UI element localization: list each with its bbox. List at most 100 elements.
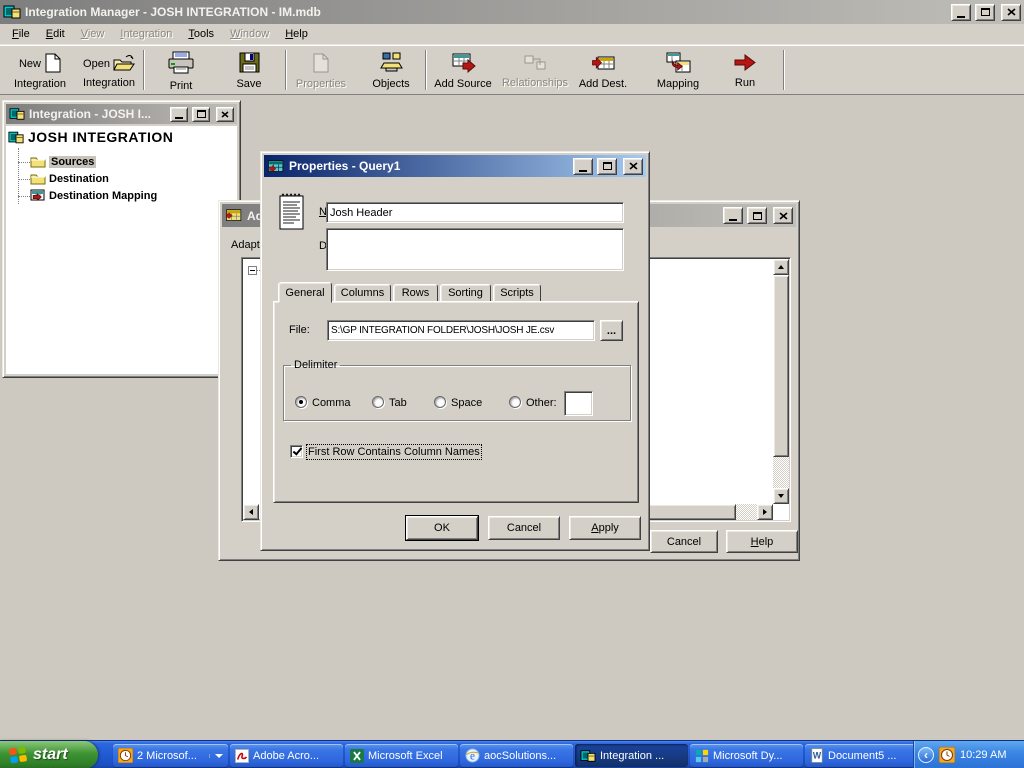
print-button[interactable]: Print	[150, 49, 212, 93]
add-source-button[interactable]: Add Source	[430, 49, 496, 93]
radio-space-label[interactable]: Space	[451, 397, 482, 409]
run-icon	[733, 53, 757, 75]
scroll-thumb[interactable]	[773, 275, 789, 457]
ok-button[interactable]: OK	[406, 516, 478, 540]
taskbar-button-group-microsoft[interactable]: 2 Microsof...	[113, 744, 228, 767]
tree-item-sources[interactable]: Sources	[30, 153, 96, 170]
vertical-scrollbar	[773, 259, 789, 504]
tab-rows[interactable]: Rows	[393, 284, 438, 302]
file-label: File:	[289, 324, 310, 336]
tab-columns[interactable]: Columns	[334, 284, 391, 302]
close-button[interactable]	[773, 207, 793, 224]
maximize-button[interactable]	[597, 158, 617, 175]
integration-tree: JOSH INTEGRATION Sources Destination Des…	[6, 126, 237, 374]
tab-sorting[interactable]: Sorting	[440, 284, 491, 302]
minimize-button[interactable]	[723, 207, 743, 224]
adapter-help-button[interactable]: Help	[726, 530, 798, 553]
tree-item-destination-mapping[interactable]: Destination Mapping	[30, 187, 157, 204]
radio-space[interactable]	[434, 396, 446, 408]
integration-manager-app: Integration Manager - JOSH INTEGRATION -…	[0, 0, 1024, 768]
toolbar-separator	[783, 50, 785, 90]
start-label: start	[33, 746, 68, 764]
tray-chevron-icon[interactable]: ‹	[918, 747, 934, 763]
adapter-cancel-button[interactable]: Cancel	[650, 530, 718, 553]
radio-other[interactable]	[509, 396, 521, 408]
tree-expand-minus[interactable]	[248, 266, 257, 275]
tray-time: 10:29 AM	[960, 749, 1006, 761]
properties-button: Properties	[291, 49, 351, 93]
tab-general[interactable]: General	[278, 282, 332, 303]
properties-dialog-titlebar: Properties - Query1	[264, 155, 646, 177]
description-field[interactable]	[326, 228, 624, 271]
maximize-button[interactable]	[747, 207, 767, 224]
run-button[interactable]: Run	[716, 49, 774, 93]
mapping-icon	[666, 52, 691, 76]
add-dest-icon	[591, 53, 616, 76]
scroll-right-button[interactable]	[757, 504, 773, 520]
radio-comma[interactable]	[295, 396, 307, 408]
name-field[interactable]	[326, 202, 624, 223]
scroll-left-button[interactable]	[243, 504, 259, 520]
minimize-button[interactable]	[951, 4, 971, 21]
main-title: Integration Manager - JOSH INTEGRATION -…	[25, 5, 321, 19]
close-button[interactable]	[216, 107, 234, 122]
taskbar-button-microsoft-dynamics[interactable]: Microsoft Dy...	[690, 744, 803, 767]
cancel-button[interactable]: Cancel	[488, 516, 560, 540]
maximize-button[interactable]	[975, 4, 995, 21]
menu-help[interactable]: Help	[277, 26, 316, 42]
add-dest-button[interactable]: Add Dest.	[574, 49, 632, 93]
apply-button[interactable]: Apply	[569, 516, 641, 540]
objects-icon	[380, 52, 403, 76]
taskbar-button-integration-manager[interactable]: Integration ...	[575, 744, 688, 767]
dynamics-icon	[695, 749, 709, 763]
minimize-button[interactable]	[170, 107, 188, 122]
tree-root-josh-integration[interactable]: JOSH INTEGRATION	[8, 129, 173, 145]
close-icon	[221, 111, 229, 118]
scroll-up-button[interactable]	[773, 259, 789, 275]
start-button[interactable]: start	[0, 741, 98, 768]
clock-icon	[118, 748, 133, 763]
save-button[interactable]: Save	[219, 49, 279, 93]
toolbar-separator	[143, 50, 145, 90]
group-dropdown-arrow[interactable]	[209, 754, 223, 758]
radio-comma-label[interactable]: Comma	[312, 397, 351, 409]
first-row-checkbox[interactable]	[290, 445, 303, 458]
taskbar-button-document5[interactable]: W Document5 ...	[805, 744, 918, 767]
tree-item-destination[interactable]: Destination	[30, 170, 109, 187]
properties-dialog: Properties - Query1 Name: Description: G…	[260, 151, 650, 551]
mapping-button[interactable]: Mapping	[647, 49, 709, 93]
tab-scripts[interactable]: Scripts	[493, 284, 541, 302]
other-delimiter-field[interactable]	[564, 391, 593, 416]
tray-clock-icon[interactable]	[939, 747, 955, 763]
close-button[interactable]	[623, 158, 643, 175]
menu-file[interactable]: File	[4, 26, 38, 42]
open-folder-icon	[113, 53, 135, 75]
windows-flag-icon	[8, 745, 28, 765]
radio-tab-label[interactable]: Tab	[389, 397, 407, 409]
delimiter-legend: Delimiter	[291, 359, 340, 371]
menu-tools[interactable]: Tools	[180, 26, 222, 42]
close-icon	[1007, 8, 1016, 16]
query-icon	[267, 159, 285, 174]
mapping-icon	[30, 189, 46, 203]
scroll-down-button[interactable]	[773, 488, 789, 504]
delimiter-group: Delimiter Comma Tab Space Other:	[283, 359, 631, 421]
file-field[interactable]	[327, 320, 595, 341]
taskbar-button-aocsolutions[interactable]: e aocSolutions...	[460, 744, 573, 767]
maximize-button[interactable]	[192, 107, 210, 122]
open-integration-button[interactable]: Open Integration	[76, 49, 142, 93]
browse-button[interactable]: ...	[600, 320, 623, 341]
new-integration-button[interactable]: New Integration	[4, 49, 76, 93]
close-button[interactable]	[1001, 4, 1021, 21]
taskbar-button-excel[interactable]: Microsoft Excel	[345, 744, 458, 767]
menu-edit[interactable]: Edit	[38, 26, 73, 42]
objects-button[interactable]: Objects	[361, 49, 421, 93]
taskbar-button-adobe-acrobat[interactable]: Adobe Acro...	[230, 744, 343, 767]
radio-other-label[interactable]: Other:	[526, 397, 557, 409]
radio-tab[interactable]	[372, 396, 384, 408]
save-icon	[239, 52, 260, 76]
taskbar: start 2 Microsof... Adobe Acro... Micros…	[0, 740, 1024, 768]
mdi-workspace: Integration - JOSH I... JOSH INTEGRATION	[0, 95, 1024, 740]
first-row-checkbox-label[interactable]: First Row Contains Column Names	[308, 446, 480, 458]
minimize-button[interactable]	[573, 158, 593, 175]
